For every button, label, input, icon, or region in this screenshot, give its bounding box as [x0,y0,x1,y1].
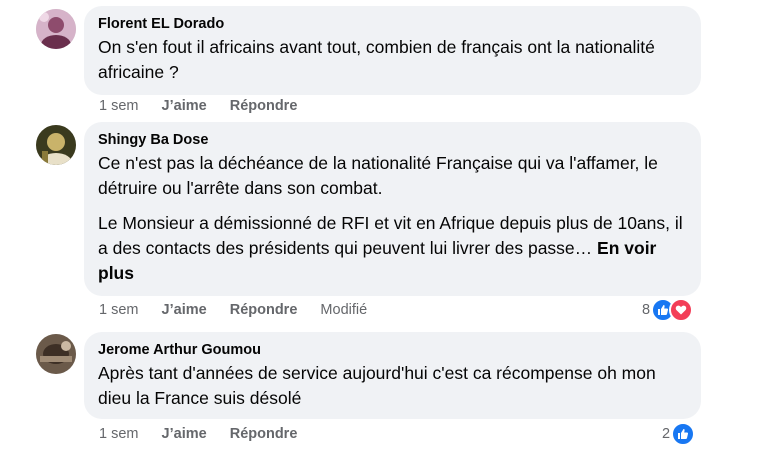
reaction-count: 8 [642,302,651,318]
love-icon [669,298,694,322]
comment-paragraph: Le Monsieur a démissionné de RFI et vit … [98,211,687,286]
reply-button[interactable]: Répondre [230,98,298,114]
comment-time[interactable]: 1 sem [99,426,139,442]
comment-author[interactable]: Jerome Arthur Goumou [98,341,687,359]
avatar[interactable] [36,125,76,165]
reaction-summary[interactable]: 2 [662,422,696,446]
edited-label[interactable]: Modifié [320,302,367,318]
comment-bubble: Shingy Ba Dose Ce n'est pas la déchéance… [84,122,701,296]
comment-actions: 1 sem J’aime Répondre Modifié [99,302,386,318]
comment-bubble: Florent EL Dorado On s'en fout il africa… [84,6,701,95]
reaction-count: 2 [662,426,671,442]
comment-paragraph-text: Le Monsieur a démissionné de RFI et vit … [98,213,683,258]
comment-time[interactable]: 1 sem [99,98,139,114]
comment-paragraph: Ce n'est pas la déchéance de la national… [98,153,658,198]
reply-button[interactable]: Répondre [230,302,298,318]
comment-paragraph: On s'en fout il africains avant tout, co… [98,37,655,82]
reply-button[interactable]: Répondre [230,426,298,442]
comment-author[interactable]: Shingy Ba Dose [98,131,687,149]
comment-paragraph: Après tant d'années de service aujourd'h… [98,363,656,408]
avatar[interactable] [36,334,76,374]
comment-text: On s'en fout il africains avant tout, co… [98,35,687,85]
comment-text: Ce n'est pas la déchéance de la national… [98,151,687,286]
avatar[interactable] [36,9,76,49]
comment-bubble: Jerome Arthur Goumou Après tant d'années… [84,332,701,419]
reaction-summary[interactable]: 8 [642,298,694,322]
comment-author[interactable]: Florent EL Dorado [98,15,687,33]
like-button[interactable]: J’aime [162,98,207,114]
comment-actions: 1 sem J’aime Répondre [99,426,316,442]
comment-time[interactable]: 1 sem [99,302,139,318]
comment-text: Après tant d'années de service aujourd'h… [98,361,687,411]
like-button[interactable]: J’aime [162,426,207,442]
comment-actions: 1 sem J’aime Répondre [99,98,316,114]
like-icon [671,422,696,446]
like-button[interactable]: J’aime [162,302,207,318]
